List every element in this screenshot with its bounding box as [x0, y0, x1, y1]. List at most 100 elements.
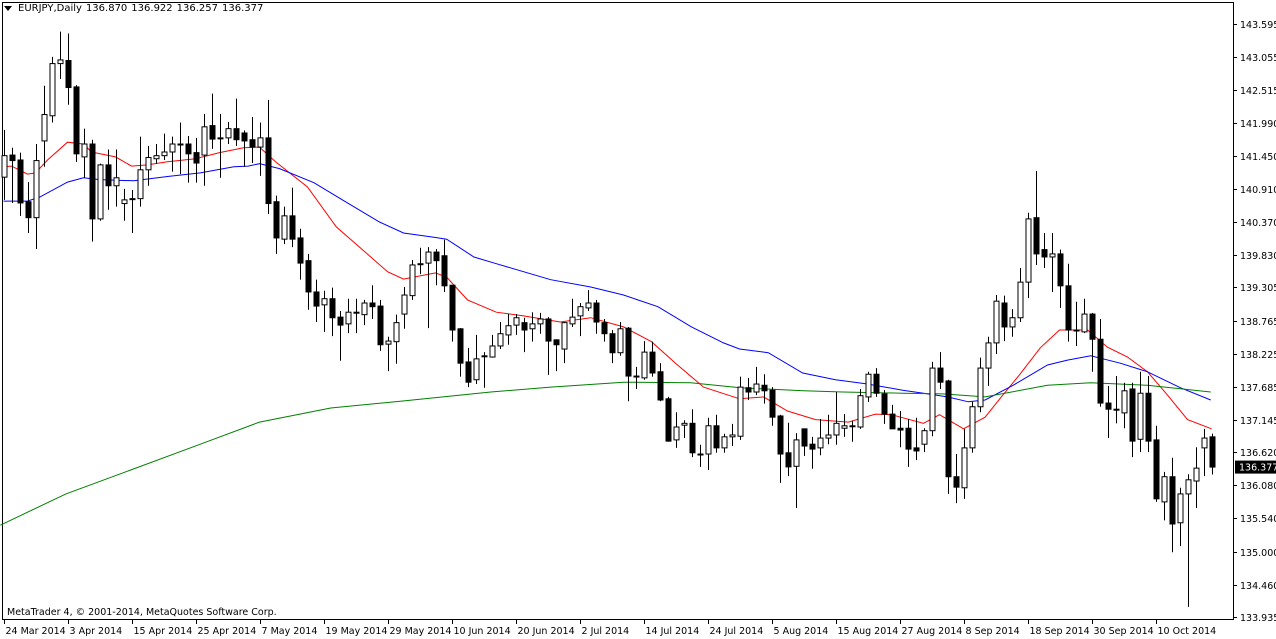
candle-body-bull: [1026, 219, 1031, 282]
current-price-label: 136.377: [1235, 461, 1276, 474]
candle-body-bull: [570, 317, 575, 324]
time-tick-label: 24 Jul 2014: [710, 626, 764, 637]
candle-body-bear: [802, 429, 807, 446]
candle-body-bull: [402, 295, 407, 314]
price-tick-label: 141.450: [1240, 152, 1276, 163]
candle-body-bear: [1130, 389, 1135, 441]
candle-body-bull: [530, 324, 535, 329]
candle-body-bull: [34, 161, 39, 218]
candle-body-bear: [1154, 440, 1159, 499]
candle-body-bull: [642, 352, 647, 378]
candle-body-bull: [1162, 477, 1167, 502]
candle-body-bull: [410, 265, 415, 296]
candle[interactable]: [98, 164, 103, 221]
time-tick-label: 7 May 2014: [262, 626, 318, 637]
candle-body-bull: [754, 384, 759, 392]
candle-body-bull: [258, 138, 263, 147]
candle-body-bear: [690, 423, 695, 452]
candle-body-bull: [514, 318, 519, 325]
price-tick-label: 142.515: [1240, 86, 1276, 97]
candle-body-bear: [66, 61, 71, 88]
candle-body-bear: [442, 256, 447, 286]
candle-body-bull: [154, 156, 159, 159]
candle-body-bear: [130, 199, 135, 200]
candle-body-bear: [882, 394, 887, 414]
candle-body-bull: [930, 368, 935, 431]
candle-body-bull: [1082, 314, 1087, 332]
candle-body-bull: [618, 329, 623, 353]
candle-body-bear: [218, 138, 223, 139]
candle-body-bear: [250, 140, 255, 147]
price-tick-label: 137.145: [1240, 416, 1276, 427]
header-open: 136.870: [86, 3, 127, 14]
candle-body-bear: [10, 155, 15, 161]
candle-body-bull: [970, 407, 975, 448]
candle-body-bear: [610, 334, 615, 353]
candle[interactable]: [930, 362, 935, 436]
candle-body-bear: [906, 428, 911, 449]
candle-body-bull: [730, 435, 735, 437]
candle-body-bull: [346, 312, 351, 324]
candle-body-bear: [186, 144, 191, 154]
price-tick-label: 135.000: [1240, 548, 1276, 559]
candle-body-bear: [1002, 303, 1007, 327]
candle-body-bull: [282, 216, 287, 239]
candle-body-bear: [1074, 330, 1079, 331]
candle-body-bear: [602, 323, 607, 334]
candle-body-bear: [1042, 250, 1047, 257]
time-tick-label: 5 Aug 2014: [774, 626, 829, 637]
candle[interactable]: [410, 260, 415, 300]
price-tick-label: 140.910: [1240, 185, 1276, 196]
candle[interactable]: [74, 85, 79, 162]
candle[interactable]: [378, 300, 383, 351]
price-axis: 143.595143.055142.515141.990141.450140.9…: [1233, 20, 1276, 624]
triangle-down-icon[interactable]: [4, 6, 12, 11]
candle-body-bear: [418, 264, 423, 265]
time-tick-label: 25 Apr 2014: [198, 626, 257, 637]
candle-body-bull: [474, 359, 479, 380]
price-chart[interactable]: 143.595143.055142.515141.990141.450140.9…: [0, 0, 1276, 639]
candle-body-bull: [722, 437, 727, 448]
copyright-watermark: MetaTrader 4, © 2001-2014, MetaQuotes So…: [7, 607, 277, 618]
candle-body-bear: [242, 133, 247, 141]
candle-body-bull: [1194, 468, 1199, 481]
candle-body-bull: [122, 200, 127, 204]
candle[interactable]: [946, 380, 951, 494]
time-tick-label: 18 Sep 2014: [1030, 626, 1090, 637]
candle-body-bull: [490, 346, 495, 357]
candle-body-bear: [666, 399, 671, 441]
candle-body-bear: [450, 285, 455, 330]
candle-body-bear: [434, 252, 439, 261]
candle-body-bear: [898, 428, 903, 430]
candle-body-bull: [562, 323, 567, 349]
candle-body-bear: [290, 216, 295, 239]
candle-body-bull: [498, 334, 503, 346]
candle-body-bear: [1090, 314, 1095, 339]
chart-header: EURJPY,Daily 136.870 136.922 136.257 136…: [4, 3, 263, 14]
candle-body-bull: [58, 60, 63, 64]
candle-body-bear: [1170, 477, 1175, 524]
price-tick-label: 138.225: [1240, 350, 1276, 361]
candle-body-bear: [234, 129, 239, 140]
price-tick-label: 143.055: [1240, 53, 1276, 64]
candle-body-bull: [1138, 393, 1143, 439]
candle-body-bear: [762, 385, 767, 391]
price-tick-label: 136.080: [1240, 481, 1276, 492]
candle[interactable]: [866, 372, 871, 402]
time-tick-label: 27 Aug 2014: [902, 626, 963, 637]
candle-body-bear: [1146, 393, 1151, 441]
candle-body-bull: [1010, 318, 1015, 327]
candle-body-bear: [274, 202, 279, 238]
candle-body-bear: [954, 477, 959, 487]
price-tick-label: 135.540: [1240, 514, 1276, 525]
candle[interactable]: [970, 402, 975, 453]
candle-body-bear: [74, 87, 79, 154]
candle[interactable]: [666, 397, 671, 442]
candle-body-bear: [194, 153, 199, 163]
candle[interactable]: [50, 57, 55, 123]
candle-body-bull: [1122, 391, 1127, 413]
candle-body-bear: [314, 292, 319, 306]
candle-body-bull: [394, 323, 399, 342]
candle-body-bear: [378, 306, 383, 345]
candle-body-bull: [138, 170, 143, 199]
